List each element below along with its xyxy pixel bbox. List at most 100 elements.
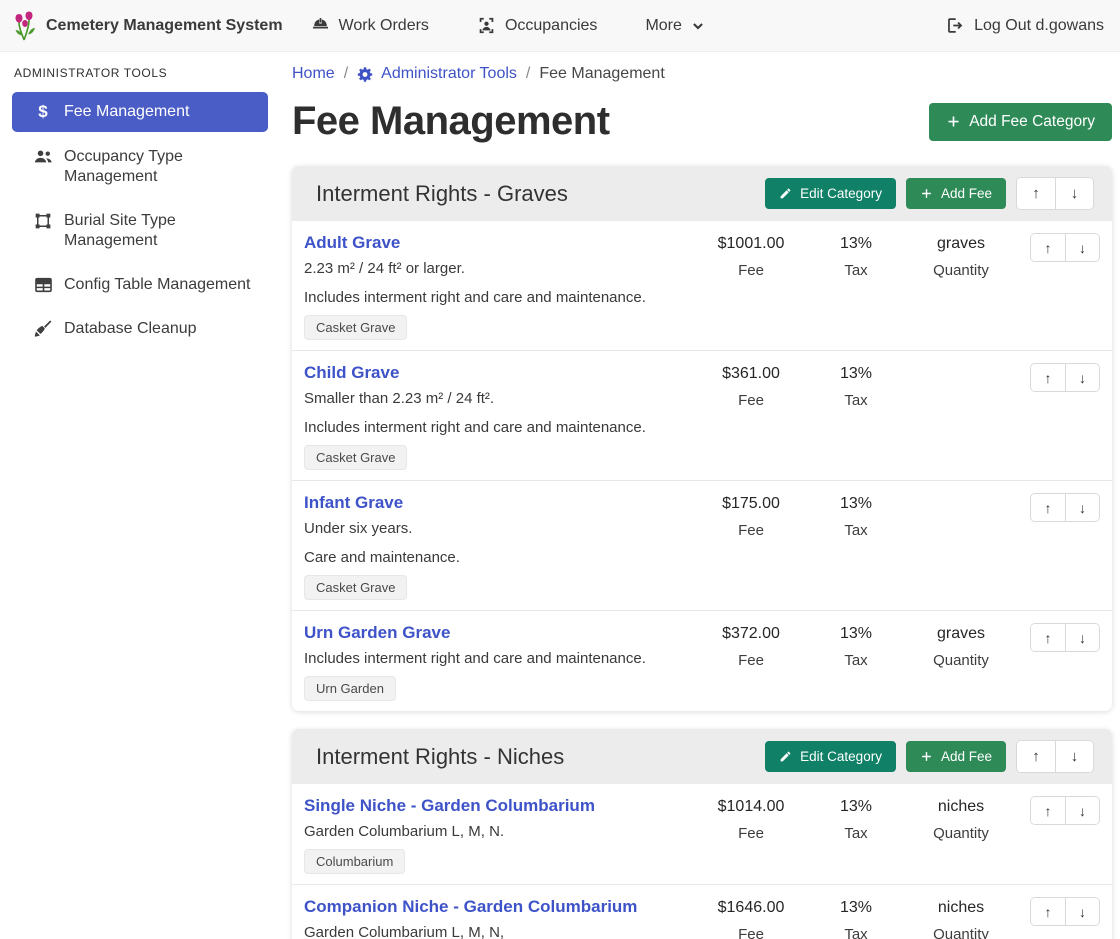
fee-name-link[interactable]: Companion Niche - Garden Columbarium <box>304 897 637 917</box>
tax-cell: 13% Tax <box>806 233 906 279</box>
arrow-up-icon: ↑ <box>1045 803 1052 819</box>
edit-category-button[interactable]: Edit Category <box>765 741 896 772</box>
breadcrumb-separator: / <box>526 65 530 83</box>
quantity-cell: niches Quantity <box>906 796 1016 842</box>
fee-label: Fee <box>696 522 806 539</box>
tax-cell: 13% Tax <box>806 363 906 409</box>
fee-description: Garden Columbarium L, M, N. <box>304 823 696 840</box>
nav-work-orders[interactable]: Work Orders <box>311 16 429 35</box>
frame-icon <box>32 212 54 230</box>
arrow-down-icon: ↓ <box>1079 630 1086 646</box>
move-fee-up-button[interactable]: ↑ <box>1031 494 1065 521</box>
nav-more[interactable]: More <box>645 17 704 35</box>
arrow-up-icon: ↑ <box>1045 370 1052 386</box>
add-fee-button[interactable]: Add Fee <box>906 741 1006 772</box>
fee-type-badge: Casket Grave <box>304 575 407 600</box>
quantity-cell <box>906 493 1016 495</box>
move-fee-up-button[interactable]: ↑ <box>1031 797 1065 824</box>
fee-name-link[interactable]: Single Niche - Garden Columbarium <box>304 796 595 816</box>
fee-info: Infant Grave Under six years. Care and m… <box>304 493 696 600</box>
arrow-down-icon: ↓ <box>1071 748 1079 765</box>
fee-amount: $1001.00 <box>696 235 806 253</box>
tax-value: 13% <box>806 235 906 253</box>
plus-icon <box>920 750 933 763</box>
sidebar-item-fee-management[interactable]: $ Fee Management <box>12 92 268 132</box>
move-category-up-button[interactable]: ↑ <box>1017 178 1055 209</box>
nav-item-label: Work Orders <box>339 17 429 35</box>
sidebar-item-burial-site-type-management[interactable]: Burial Site Type Management <box>12 202 268 260</box>
quantity-cell: graves Quantity <box>906 623 1016 669</box>
arrow-up-icon: ↑ <box>1045 904 1052 920</box>
users-icon <box>32 148 54 166</box>
fee-description: Includes interment right and care and ma… <box>304 650 696 667</box>
nav-item-label: Occupancies <box>505 17 598 35</box>
fee-row-child-grave: Child Grave Smaller than 2.23 m² / 24 ft… <box>292 350 1112 480</box>
move-fee-up-button[interactable]: ↑ <box>1031 364 1065 391</box>
logout-button[interactable]: Log Out d.gowans <box>945 16 1104 35</box>
sidebar-heading: ADMINISTRATOR TOOLS <box>12 66 268 92</box>
fee-name-link[interactable]: Urn Garden Grave <box>304 623 450 643</box>
quantity-unit: graves <box>906 625 1016 643</box>
move-fee-up-button[interactable]: ↑ <box>1031 234 1065 261</box>
move-category-down-button[interactable]: ↓ <box>1055 741 1093 772</box>
move-fee-down-button[interactable]: ↓ <box>1065 234 1099 261</box>
fee-name-link[interactable]: Child Grave <box>304 363 399 383</box>
breadcrumb-separator: / <box>344 65 348 83</box>
move-fee-down-button[interactable]: ↓ <box>1065 624 1099 651</box>
arrow-down-icon: ↓ <box>1079 240 1086 256</box>
pencil-icon <box>779 750 792 763</box>
fee-label: Fee <box>696 392 806 409</box>
fee-amount: $175.00 <box>696 495 806 513</box>
sidebar-item-config-table-management[interactable]: Config Table Management <box>12 266 268 304</box>
broom-icon <box>32 320 54 338</box>
arrow-down-icon: ↓ <box>1079 904 1086 920</box>
sidebar-item-occupancy-type-management[interactable]: Occupancy Type Management <box>12 138 268 196</box>
move-category-up-button[interactable]: ↑ <box>1017 741 1055 772</box>
move-fee-down-button[interactable]: ↓ <box>1065 898 1099 925</box>
breadcrumb-home-link[interactable]: Home <box>292 65 335 83</box>
add-fee-button[interactable]: Add Fee <box>906 178 1006 209</box>
quantity-unit: niches <box>906 899 1016 917</box>
nav-occupancies[interactable]: Occupancies <box>477 16 598 35</box>
tax-cell: 13% Tax <box>806 897 906 939</box>
occupancy-badge-icon <box>477 16 496 35</box>
fee-amount: $1646.00 <box>696 899 806 917</box>
tax-label: Tax <box>806 926 906 939</box>
fee-amount-cell: $1646.00 Fee <box>696 897 806 939</box>
edit-category-button[interactable]: Edit Category <box>765 178 896 209</box>
fee-name-link[interactable]: Adult Grave <box>304 233 400 253</box>
fee-amount: $361.00 <box>696 365 806 383</box>
sidebar-item-database-cleanup[interactable]: Database Cleanup <box>12 310 268 348</box>
add-fee-category-button[interactable]: Add Fee Category <box>929 103 1112 141</box>
chevron-down-icon <box>691 19 705 33</box>
fee-amount: $372.00 <box>696 625 806 643</box>
fee-amount: $1014.00 <box>696 798 806 816</box>
category-header: Interment Rights - Graves Edit Category … <box>292 166 1112 221</box>
fee-type-badge: Casket Grave <box>304 315 407 340</box>
main-content: Home / Administrator Tools / Fee Managem… <box>280 52 1120 939</box>
fee-label: Fee <box>696 652 806 669</box>
top-navbar: Cemetery Management System Work Orders <box>0 0 1120 52</box>
edit-category-label: Edit Category <box>800 749 882 764</box>
tax-cell: 13% Tax <box>806 623 906 669</box>
app-brand[interactable]: Cemetery Management System <box>12 10 283 42</box>
move-fee-up-button[interactable]: ↑ <box>1031 898 1065 925</box>
fee-description: Includes interment right and care and ma… <box>304 419 696 436</box>
plus-icon <box>920 187 933 200</box>
move-category-down-button[interactable]: ↓ <box>1055 178 1093 209</box>
fee-name-link[interactable]: Infant Grave <box>304 493 403 513</box>
breadcrumb-admin-tools-link[interactable]: Administrator Tools <box>381 65 517 83</box>
quantity-cell: graves Quantity <box>906 233 1016 279</box>
move-fee-up-button[interactable]: ↑ <box>1031 624 1065 651</box>
sidebar-item-label: Database Cleanup <box>64 319 197 339</box>
fee-amount-cell: $1001.00 Fee <box>696 233 806 279</box>
move-fee-down-button[interactable]: ↓ <box>1065 797 1099 824</box>
logout-label: Log Out d.gowans <box>974 17 1104 35</box>
arrow-up-icon: ↑ <box>1045 630 1052 646</box>
move-fee-down-button[interactable]: ↓ <box>1065 364 1099 391</box>
fee-row-companion-niche: Companion Niche - Garden Columbarium Gar… <box>292 884 1112 939</box>
move-fee-down-button[interactable]: ↓ <box>1065 494 1099 521</box>
sidebar-item-label: Burial Site Type Management <box>64 211 260 251</box>
quantity-label: Quantity <box>906 262 1016 279</box>
arrow-down-icon: ↓ <box>1071 185 1079 202</box>
